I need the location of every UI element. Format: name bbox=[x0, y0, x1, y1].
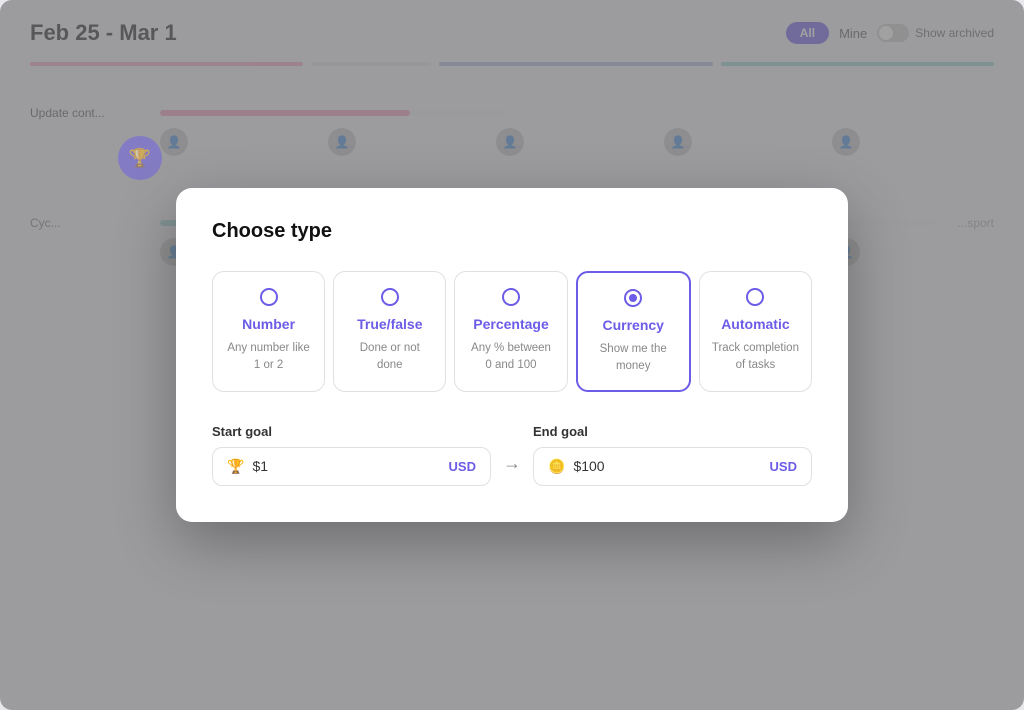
start-currency-label: USD bbox=[449, 459, 476, 474]
type-desc-automatic: Track completion of tasks bbox=[712, 340, 799, 372]
start-trophy-icon: 🏆 bbox=[227, 458, 244, 475]
type-desc-currency: Show me the money bbox=[590, 341, 677, 373]
end-coin-icon: 🪙 bbox=[548, 458, 565, 475]
radio-number bbox=[260, 288, 278, 306]
end-goal-input-wrap: 🪙 USD bbox=[533, 447, 812, 486]
end-currency-label: USD bbox=[770, 459, 797, 474]
type-option-percentage[interactable]: Percentage Any % between 0 and 100 bbox=[454, 271, 567, 391]
end-goal-input[interactable] bbox=[573, 458, 761, 474]
radio-currency bbox=[624, 289, 642, 307]
goal-row: Start goal 🏆 USD → End goal 🪙 USD bbox=[212, 424, 812, 486]
type-options-container: Number Any number like 1 or 2 True/false… bbox=[212, 271, 812, 391]
trophy-badge: 🏆 bbox=[118, 136, 162, 180]
modal-dialog: Choose type Number Any number like 1 or … bbox=[176, 188, 848, 521]
type-desc-truefalse: Done or not done bbox=[346, 340, 433, 372]
start-goal-input-wrap: 🏆 USD bbox=[212, 447, 491, 486]
end-goal-group: End goal 🪙 USD bbox=[533, 424, 812, 486]
type-name-percentage: Percentage bbox=[473, 316, 548, 332]
start-goal-label: Start goal bbox=[212, 424, 491, 439]
type-name-automatic: Automatic bbox=[721, 316, 789, 332]
type-desc-percentage: Any % between 0 and 100 bbox=[467, 340, 554, 372]
type-desc-number: Any number like 1 or 2 bbox=[225, 340, 312, 372]
arrow-separator: → bbox=[503, 453, 521, 474]
type-name-number: Number bbox=[242, 316, 295, 332]
modal-title: Choose type bbox=[212, 220, 812, 243]
radio-truefalse bbox=[381, 288, 399, 306]
type-name-truefalse: True/false bbox=[357, 316, 422, 332]
type-name-currency: Currency bbox=[602, 317, 663, 333]
end-goal-label: End goal bbox=[533, 424, 812, 439]
start-goal-group: Start goal 🏆 USD bbox=[212, 424, 491, 486]
modal-overlay: Choose type Number Any number like 1 or … bbox=[0, 0, 1024, 710]
type-option-automatic[interactable]: Automatic Track completion of tasks bbox=[699, 271, 812, 391]
start-goal-input[interactable] bbox=[252, 458, 440, 474]
radio-automatic bbox=[746, 288, 764, 306]
type-option-number[interactable]: Number Any number like 1 or 2 bbox=[212, 271, 325, 391]
radio-percentage bbox=[502, 288, 520, 306]
type-option-truefalse[interactable]: True/false Done or not done bbox=[333, 271, 446, 391]
type-option-currency[interactable]: Currency Show me the money bbox=[576, 271, 691, 391]
